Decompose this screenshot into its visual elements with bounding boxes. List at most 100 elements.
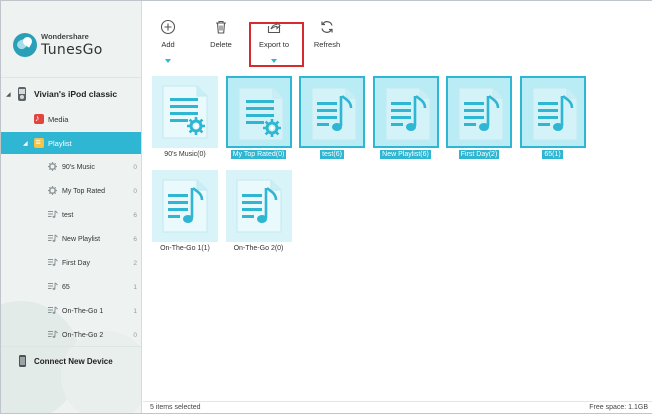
sidebar-divider	[1, 346, 141, 347]
sidebar-playlist-item[interactable]: 90's Music 0	[1, 156, 141, 178]
device-name: Vivian's iPod classic	[34, 89, 118, 99]
playlist-tile-label-wrap: On-The-Go 1(1)	[152, 245, 218, 252]
add-icon	[160, 19, 176, 35]
sidebar-playlist-item[interactable]: On-The-Go 2 0	[1, 324, 141, 346]
playlist-tile-label-wrap: 90's Music(0)	[152, 151, 218, 158]
ipod-icon	[18, 87, 26, 101]
delete-label: Delete	[210, 40, 232, 49]
sidebar-playlist-item[interactable]: 65 1	[1, 276, 141, 298]
playlist-tile-label-wrap: On-The-Go 2(0)	[226, 245, 292, 252]
music-playlist-icon	[310, 86, 358, 142]
playlist-thumbnail[interactable]	[299, 76, 365, 148]
music-playlist-icon	[457, 86, 505, 142]
music-playlist-icon	[161, 178, 209, 234]
sidebar-playlist-label: 90's Music	[62, 163, 95, 171]
sidebar-playlist-label: 65	[62, 283, 70, 291]
delete-button[interactable]: Delete	[196, 19, 246, 63]
playlist-note-icon	[48, 210, 58, 219]
refresh-button[interactable]: Refresh	[302, 19, 352, 63]
playlist-tile[interactable]: My Top Rated(0)	[225, 76, 292, 164]
playlist-tile[interactable]: On-The-Go 1(1)	[152, 170, 218, 258]
playlist-thumbnail[interactable]	[446, 76, 512, 148]
sidebar-playlist-count: 0	[133, 331, 137, 339]
sidebar-playlist-count: 0	[133, 187, 137, 195]
brand-name: Wondershare	[41, 32, 89, 42]
sidebar-playlist-label: First Day	[62, 259, 90, 267]
sidebar-item-media[interactable]: Media	[1, 108, 141, 130]
tunesgo-logo-icon	[13, 33, 37, 57]
playlist-tile-label: 65(1)	[542, 150, 563, 159]
sidebar-playlist-label: test	[62, 211, 74, 219]
sidebar-playlist-label: New Playlist	[62, 235, 101, 243]
add-button[interactable]: Add	[143, 19, 193, 63]
playlist-tile-label-wrap: New Playlist(6)	[373, 150, 439, 159]
playlist-tile-label-wrap: First Day(2)	[446, 150, 512, 159]
smart-playlist-icon	[237, 86, 285, 142]
sidebar-playlist-item[interactable]: On-The-Go 1 1	[1, 300, 141, 322]
gear-icon	[48, 186, 57, 195]
playlist-thumbnail[interactable]	[519, 76, 586, 148]
sidebar-playlist-item[interactable]: First Day 2	[1, 252, 141, 274]
collapse-caret-icon[interactable]: ◢	[23, 140, 28, 147]
trash-icon	[216, 20, 226, 34]
dropdown-arrow-icon[interactable]	[165, 59, 171, 63]
playlist-tile-label-wrap: My Top Rated(0)	[226, 150, 292, 159]
sidebar-playlist-label: My Top Rated	[62, 187, 106, 195]
app-logo: Wondershare TunesGo	[13, 31, 103, 59]
playlist-tile[interactable]: New Playlist(6)	[372, 76, 439, 164]
connect-new-device[interactable]: Connect New Device	[1, 352, 141, 370]
sidebar-divider	[1, 77, 141, 78]
playlist-tile-label: test(6)	[320, 150, 344, 159]
playlist-tile-label: On-The-Go 1(1)	[160, 245, 210, 252]
free-space: Free space: 1.1GB	[589, 404, 648, 411]
playlist-thumbnail[interactable]	[225, 170, 292, 242]
playlist-tile-label: First Day(2)	[458, 150, 500, 159]
sidebar-playlist-count: 6	[133, 211, 137, 219]
phone-icon	[19, 355, 26, 367]
status-bar: 5 items selected Free space: 1.1GB	[143, 401, 652, 413]
playlist-tile-label: On-The-Go 2(0)	[233, 245, 284, 252]
playlist-note-icon	[48, 282, 58, 291]
music-playlist-icon	[384, 86, 432, 142]
collapse-caret-icon[interactable]: ◢	[6, 91, 11, 98]
playlist-note-icon	[48, 306, 58, 315]
connect-label: Connect New Device	[34, 356, 113, 366]
music-playlist-icon	[531, 86, 579, 142]
music-playlist-icon	[235, 178, 283, 234]
sidebar-item-playlist[interactable]: ◢ Playlist	[1, 132, 141, 154]
sidebar-playlist-item[interactable]: My Top Rated 0	[1, 180, 141, 202]
sidebar-playlist-label: On-The-Go 2	[62, 331, 104, 339]
media-icon	[34, 112, 44, 124]
playlist-thumbnail[interactable]	[152, 76, 218, 148]
sidebar-playlist-count: 0	[133, 163, 137, 171]
playlist-icon	[34, 136, 44, 148]
sidebar-playlist-count: 1	[133, 307, 137, 315]
sidebar-playlist-item[interactable]: New Playlist 6	[1, 228, 141, 250]
app-window: Wondershare TunesGo ◢ Vivian's iPod clas…	[0, 0, 652, 414]
playlist-note-icon	[48, 234, 58, 243]
sidebar-playlist-count: 6	[133, 235, 137, 243]
playlist-tile[interactable]: First Day(2)	[446, 76, 512, 164]
playlist-tile-label: My Top Rated(0)	[230, 150, 287, 159]
playlist-grid: 90's Music(0) My Top Rated(0) test(6) New P…	[143, 67, 652, 401]
playlist-thumbnail[interactable]	[225, 76, 292, 148]
toolbar: Add Delete Export to Refresh	[143, 1, 652, 67]
playlist-tile[interactable]: test(6)	[299, 76, 365, 164]
playlist-thumbnail[interactable]	[152, 170, 218, 242]
playlist-tile[interactable]: 90's Music(0)	[152, 76, 218, 164]
sidebar-playlist-item[interactable]: test 6	[1, 204, 141, 226]
playlist-tile-label-wrap: 65(1)	[520, 150, 586, 159]
sidebar: Wondershare TunesGo ◢ Vivian's iPod clas…	[1, 1, 142, 413]
sidebar-playlist-count: 2	[133, 259, 137, 267]
refresh-label: Refresh	[313, 40, 341, 49]
device-item[interactable]: ◢ Vivian's iPod classic	[1, 85, 141, 103]
sidebar-item-label: Playlist	[48, 138, 72, 148]
sidebar-item-label: Media	[48, 114, 69, 124]
playlist-tile[interactable]: On-The-Go 2(0)	[225, 170, 292, 258]
gear-icon	[48, 162, 57, 171]
add-label: Add	[161, 40, 175, 49]
playlist-thumbnail[interactable]	[372, 76, 439, 148]
export-highlight-box	[249, 22, 304, 67]
sidebar-playlist-label: On-The-Go 1	[62, 307, 104, 315]
playlist-tile[interactable]: 65(1)	[519, 76, 586, 164]
